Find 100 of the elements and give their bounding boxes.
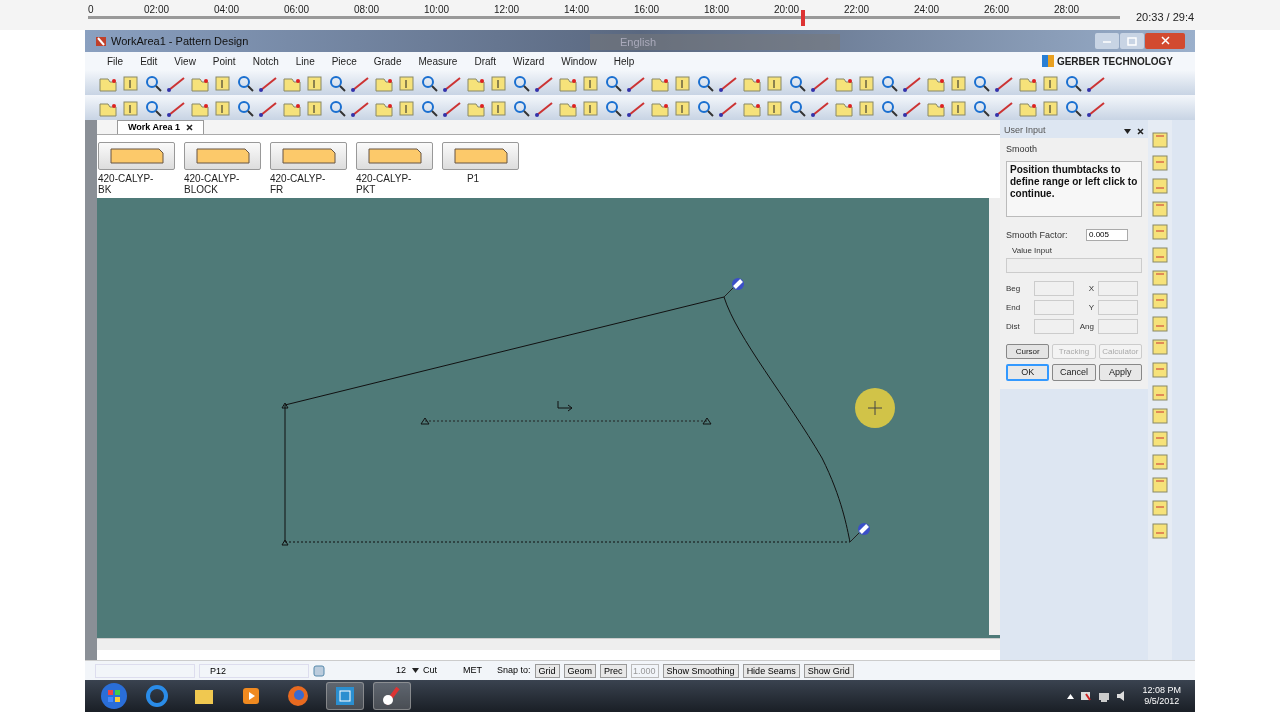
snap-button[interactable]: Geom (563, 663, 597, 678)
tick-label: 02:00 (144, 3, 170, 17)
tick-label: 12:00 (494, 3, 520, 17)
tab-label: Work Area 1 (128, 120, 181, 134)
mode-label: Smooth (1006, 143, 1039, 156)
value-input-field[interactable] (1006, 258, 1142, 273)
thumbtack-icon[interactable] (849, 523, 870, 543)
tick-label: 08:00 (354, 3, 380, 17)
window-title: WorkArea1 - Pattern Design (111, 33, 249, 49)
menu-item[interactable]: Point (212, 53, 236, 69)
taskbar-button[interactable] (373, 682, 411, 710)
close-tab-icon[interactable] (186, 124, 194, 131)
piece-name-field: P12 (199, 663, 309, 678)
menu-item[interactable]: Piece (331, 53, 357, 69)
piece-thumbnail[interactable] (184, 142, 261, 170)
size-dropdown[interactable]: 12 (329, 663, 419, 678)
horizontal-scrollbar[interactable] (97, 638, 1000, 650)
snap-label: Snap to: (497, 663, 531, 677)
start-button[interactable] (99, 681, 129, 711)
tick-label: 10:00 (424, 3, 450, 17)
menu-item[interactable]: Help (613, 53, 635, 69)
clock-date: 9/5/2012 (1144, 696, 1180, 707)
flag-icon[interactable] (1080, 690, 1093, 702)
menu-item[interactable]: Measure (418, 53, 458, 69)
smooth-factor-field[interactable]: 0.005 (1086, 229, 1128, 242)
tick-label: 04:00 (214, 3, 240, 17)
menu-item[interactable]: Window (561, 53, 597, 69)
piece-thumbnail[interactable] (442, 142, 519, 170)
size-value: 12 (396, 663, 406, 677)
menu-item[interactable]: View (174, 53, 196, 69)
field-label: X (1087, 282, 1094, 295)
tick-label: 28:00 (1054, 3, 1080, 17)
field-label: Dist (1006, 320, 1021, 333)
close-icon[interactable] (1137, 127, 1144, 135)
dialog-button[interactable]: Cancel (1052, 364, 1096, 381)
tick-label: 18:00 (704, 3, 730, 17)
piece-thumbnail[interactable] (356, 142, 433, 170)
menu-item[interactable]: File (107, 53, 124, 69)
units-indicator: MET (463, 663, 483, 677)
piece-label: 420-CALYP-FR (270, 173, 327, 195)
logo-icon (1041, 55, 1054, 67)
seek-thumb[interactable] (801, 10, 806, 26)
field-label: Smooth Factor: (1006, 228, 1069, 242)
tick-label: 26:00 (984, 3, 1010, 17)
input-field[interactable] (1098, 319, 1138, 334)
menu-item[interactable]: Notch (252, 53, 279, 69)
tick-label: 14:00 (564, 3, 590, 17)
input-field[interactable] (1034, 319, 1074, 334)
menu-item[interactable]: Draft (474, 53, 497, 69)
language-label: English (620, 34, 657, 50)
dialog-button[interactable]: Apply (1098, 364, 1142, 381)
piece-thumbnail[interactable] (98, 142, 175, 170)
browser-icon (143, 682, 171, 710)
snap-button[interactable]: Grid (534, 663, 560, 678)
tool-button[interactable]: Cursor (1006, 344, 1050, 359)
dropdown-arrow-icon[interactable] (1124, 128, 1131, 134)
dropdown-arrow-icon (412, 668, 419, 673)
app-icon (95, 35, 107, 47)
field-label: Y (1087, 301, 1094, 314)
piece-shape-icon (366, 147, 423, 165)
time-readout: 20:33 / 29:4 (1136, 10, 1195, 25)
piece-shape-icon (280, 147, 337, 165)
input-field[interactable] (1034, 281, 1074, 296)
field-label: Ang (1078, 320, 1094, 333)
toggle-button[interactable]: Show Smoothing (662, 663, 739, 678)
network-icon[interactable] (1098, 690, 1111, 702)
snap-button[interactable]: Prec (600, 663, 627, 678)
tick-label: 22:00 (844, 3, 870, 17)
tick-label: 06:00 (284, 3, 310, 17)
menu-item[interactable]: Wizard (513, 53, 545, 69)
toggle-button[interactable]: Show Grid (803, 663, 854, 678)
input-field[interactable] (1098, 281, 1138, 296)
vertical-scrollbar[interactable] (989, 198, 1000, 635)
grain-line-icon (557, 400, 573, 412)
menu-item[interactable]: Line (295, 53, 315, 69)
piece-shape-icon (108, 147, 165, 165)
menu-item[interactable]: Grade (373, 53, 402, 69)
close-button[interactable] (1145, 33, 1185, 49)
field-label: Beg (1006, 282, 1022, 295)
input-field[interactable] (1034, 300, 1074, 315)
piece-shape-icon (452, 147, 509, 165)
tick-label: 24:00 (914, 3, 940, 17)
piece-thumbnail[interactable] (270, 142, 347, 170)
prompt-text: Position thumbtacks to define range or left click to continue. (1006, 160, 1142, 217)
piece-shape-icon (194, 147, 251, 165)
tick-label: 0 (88, 3, 94, 17)
dialog-button[interactable]: OK (1006, 364, 1050, 381)
clock[interactable]: 12:08 PM 9/5/2012 (1142, 685, 1181, 707)
clock-time: 12:08 PM (1142, 685, 1181, 696)
thumbtack-icon[interactable] (723, 278, 744, 298)
menu-item[interactable]: Edit (140, 53, 158, 69)
toggle-button[interactable]: Hide Seams (742, 663, 800, 678)
panel-title: User Input (1004, 124, 1046, 138)
tab[interactable]: Work Area 1 (117, 120, 205, 134)
piece-label: 420-CALYP-BLOCK (184, 173, 241, 195)
status-icon (313, 664, 325, 677)
mode-indicator: Cut (423, 663, 438, 677)
show-hidden-icons-arrow-icon[interactable] (1067, 693, 1075, 699)
input-field[interactable] (1098, 300, 1138, 315)
piece-label: 420-CALYP-PKT (356, 173, 413, 195)
